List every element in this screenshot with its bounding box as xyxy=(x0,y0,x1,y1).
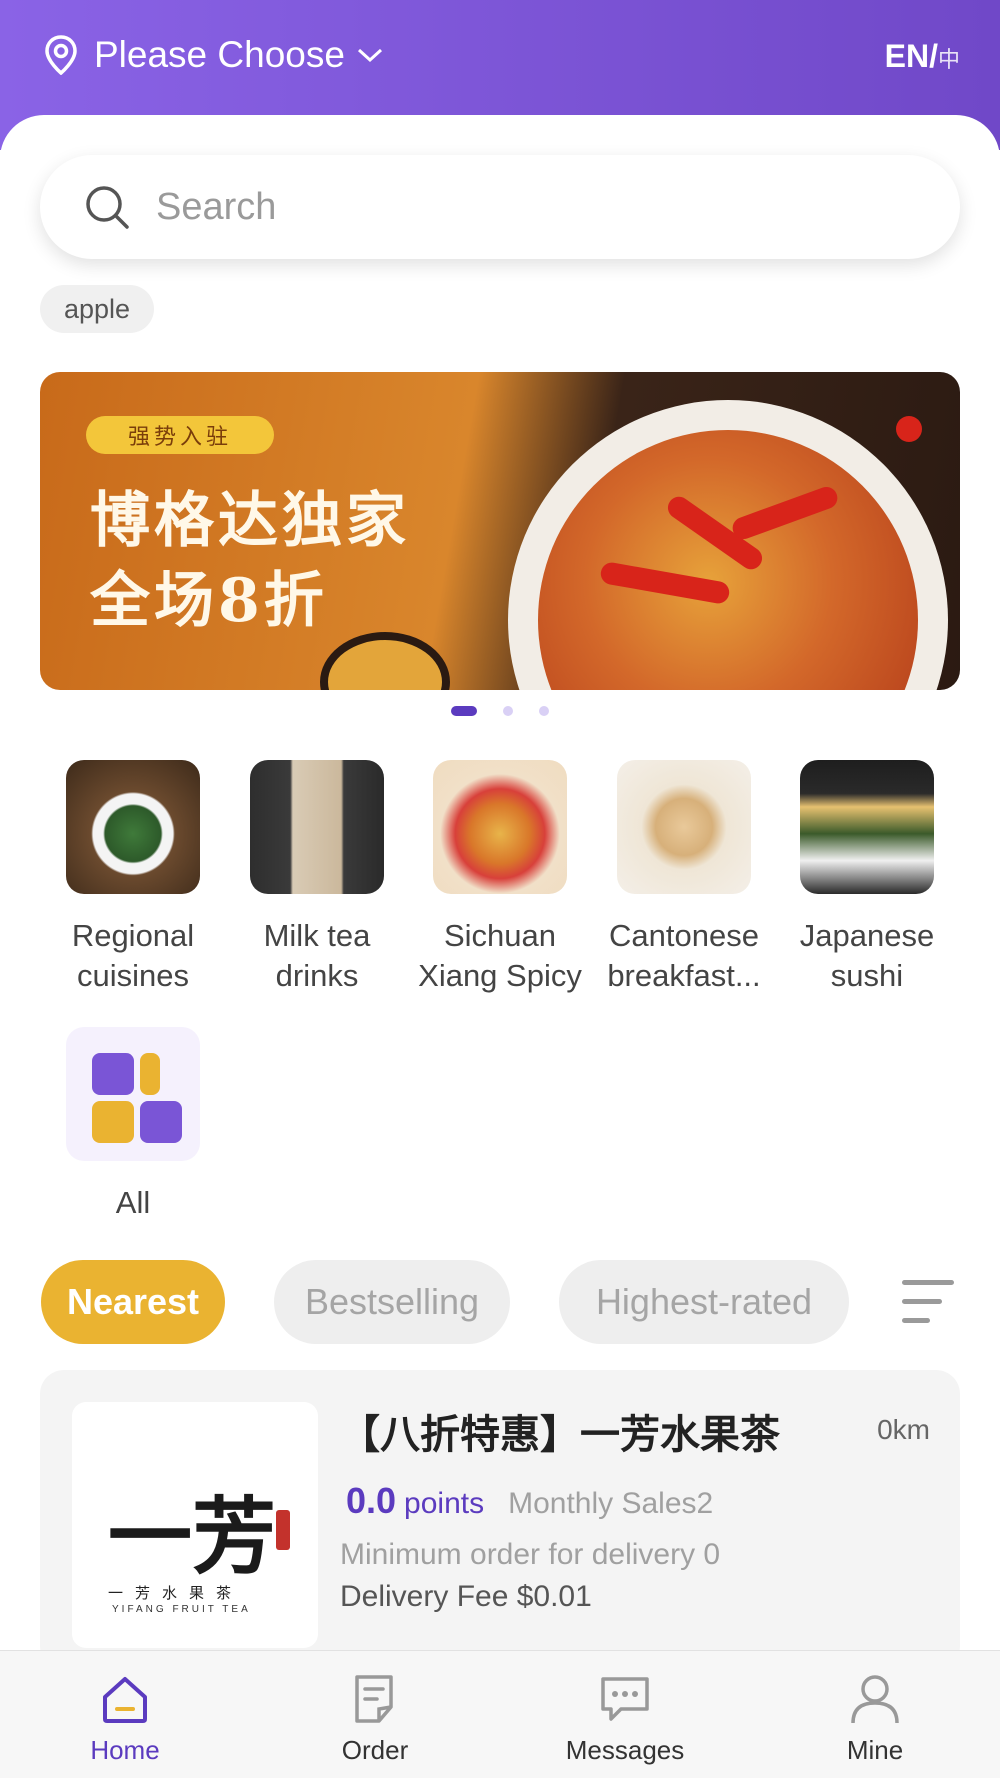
sort-filters: Nearest Bestselling Highest-rated xyxy=(0,1260,1000,1344)
location-label: Please Choose xyxy=(94,34,345,75)
filter-bestselling[interactable]: Bestselling xyxy=(274,1260,510,1344)
spice-bowl-image xyxy=(320,632,450,690)
logo-english: YIFANG FRUIT TEA xyxy=(112,1604,251,1615)
shop-logo: 一芳 一芳水果茶 YIFANG FRUIT TEA xyxy=(72,1402,318,1648)
search-placeholder: Search xyxy=(156,185,277,228)
tab-mine[interactable]: Mine xyxy=(750,1651,1000,1778)
logo-seal-icon xyxy=(276,1510,290,1550)
filter-nearest[interactable]: Nearest xyxy=(41,1260,225,1344)
delivery-fee: Delivery Fee $0.01 xyxy=(340,1580,592,1613)
bottom-tab-bar: Home Order Messages Mine xyxy=(0,1650,1000,1778)
tab-messages[interactable]: Messages xyxy=(500,1651,750,1778)
shop-name: 【八折特惠】一芳水果茶 xyxy=(340,1413,780,1457)
min-order: Minimum order for delivery 0 xyxy=(340,1538,721,1571)
category-cantonese-breakfast[interactable]: Cantonese breakfast... xyxy=(592,760,776,996)
shop-distance: 0km xyxy=(877,1414,930,1445)
location-pin-icon xyxy=(45,35,77,75)
category-regional-cuisines[interactable]: Regional cuisines xyxy=(41,760,225,996)
grid-icon xyxy=(66,1027,200,1161)
carousel-dot-active[interactable] xyxy=(451,706,477,716)
tab-label: Order xyxy=(341,1735,409,1765)
messages-icon xyxy=(601,1677,649,1721)
sort-options-icon[interactable] xyxy=(902,1278,954,1326)
milk-tea-image xyxy=(250,760,384,894)
category-japanese-sushi[interactable]: Japanese sushi xyxy=(775,760,959,996)
lang-primary: EN/ xyxy=(884,38,938,74)
tab-label: Home xyxy=(90,1735,160,1765)
carousel-indicator xyxy=(0,706,1000,718)
banner-headline-2: 全场8折 xyxy=(90,566,328,636)
search-bar[interactable]: Search xyxy=(40,155,960,259)
category-all[interactable]: All xyxy=(41,1027,225,1223)
tab-order[interactable]: Order xyxy=(250,1651,500,1778)
tab-label: Messages xyxy=(565,1735,685,1765)
tab-label: Mine xyxy=(846,1735,904,1765)
carousel-dot[interactable] xyxy=(539,706,549,716)
category-label: Sichuan Xiang Spicy xyxy=(418,918,582,993)
shop-rating: 0.0 xyxy=(346,1480,397,1521)
search-history-chip[interactable]: apple xyxy=(40,285,155,333)
logo-text: 一芳 xyxy=(108,1487,277,1586)
location-selector[interactable]: Please Choose xyxy=(44,34,383,76)
promo-banner[interactable]: 强势入驻 博格达独家 全场8折 xyxy=(40,372,960,690)
shop-rating-row: 0.0 points Monthly Sales2 xyxy=(346,1480,713,1522)
home-icon xyxy=(103,1677,147,1723)
chevron-down-icon xyxy=(357,48,382,63)
shop-card[interactable]: 一芳 一芳水果茶 YIFANG FRUIT TEA 【八折特惠】一芳水果茶 0k… xyxy=(40,1370,960,1670)
category-label: Regional cuisines xyxy=(71,918,195,993)
logo-subtitle: 一芳水果茶 xyxy=(108,1585,244,1602)
filter-highest-rated[interactable]: Highest-rated xyxy=(559,1260,849,1344)
category-label: Milk tea drinks xyxy=(263,918,371,993)
sichuan-spicy-image xyxy=(433,760,567,894)
brand-badge-icon xyxy=(896,416,922,442)
japanese-sushi-image xyxy=(800,760,934,894)
carousel-dot[interactable] xyxy=(503,706,513,716)
regional-cuisines-image xyxy=(66,760,200,894)
banner-tag: 强势入驻 xyxy=(86,416,275,454)
category-label: All xyxy=(115,1185,151,1220)
tab-home[interactable]: Home xyxy=(0,1651,250,1778)
user-icon xyxy=(851,1675,899,1724)
search-icon xyxy=(86,186,129,229)
lang-secondary: 中 xyxy=(937,47,960,72)
language-switch[interactable]: EN/中 xyxy=(885,38,960,75)
category-milk-tea[interactable]: Milk tea drinks xyxy=(225,760,409,996)
cantonese-breakfast-image xyxy=(617,760,751,894)
rating-unit: points xyxy=(404,1487,485,1520)
category-sichuan-spicy[interactable]: Sichuan Xiang Spicy xyxy=(408,760,592,996)
category-label: Japanese sushi xyxy=(799,918,935,993)
category-label: Cantonese breakfast... xyxy=(607,918,761,993)
banner-headline-1: 博格达独家 xyxy=(90,486,410,556)
order-icon xyxy=(355,1675,393,1723)
monthly-sales: Monthly Sales2 xyxy=(508,1487,714,1520)
